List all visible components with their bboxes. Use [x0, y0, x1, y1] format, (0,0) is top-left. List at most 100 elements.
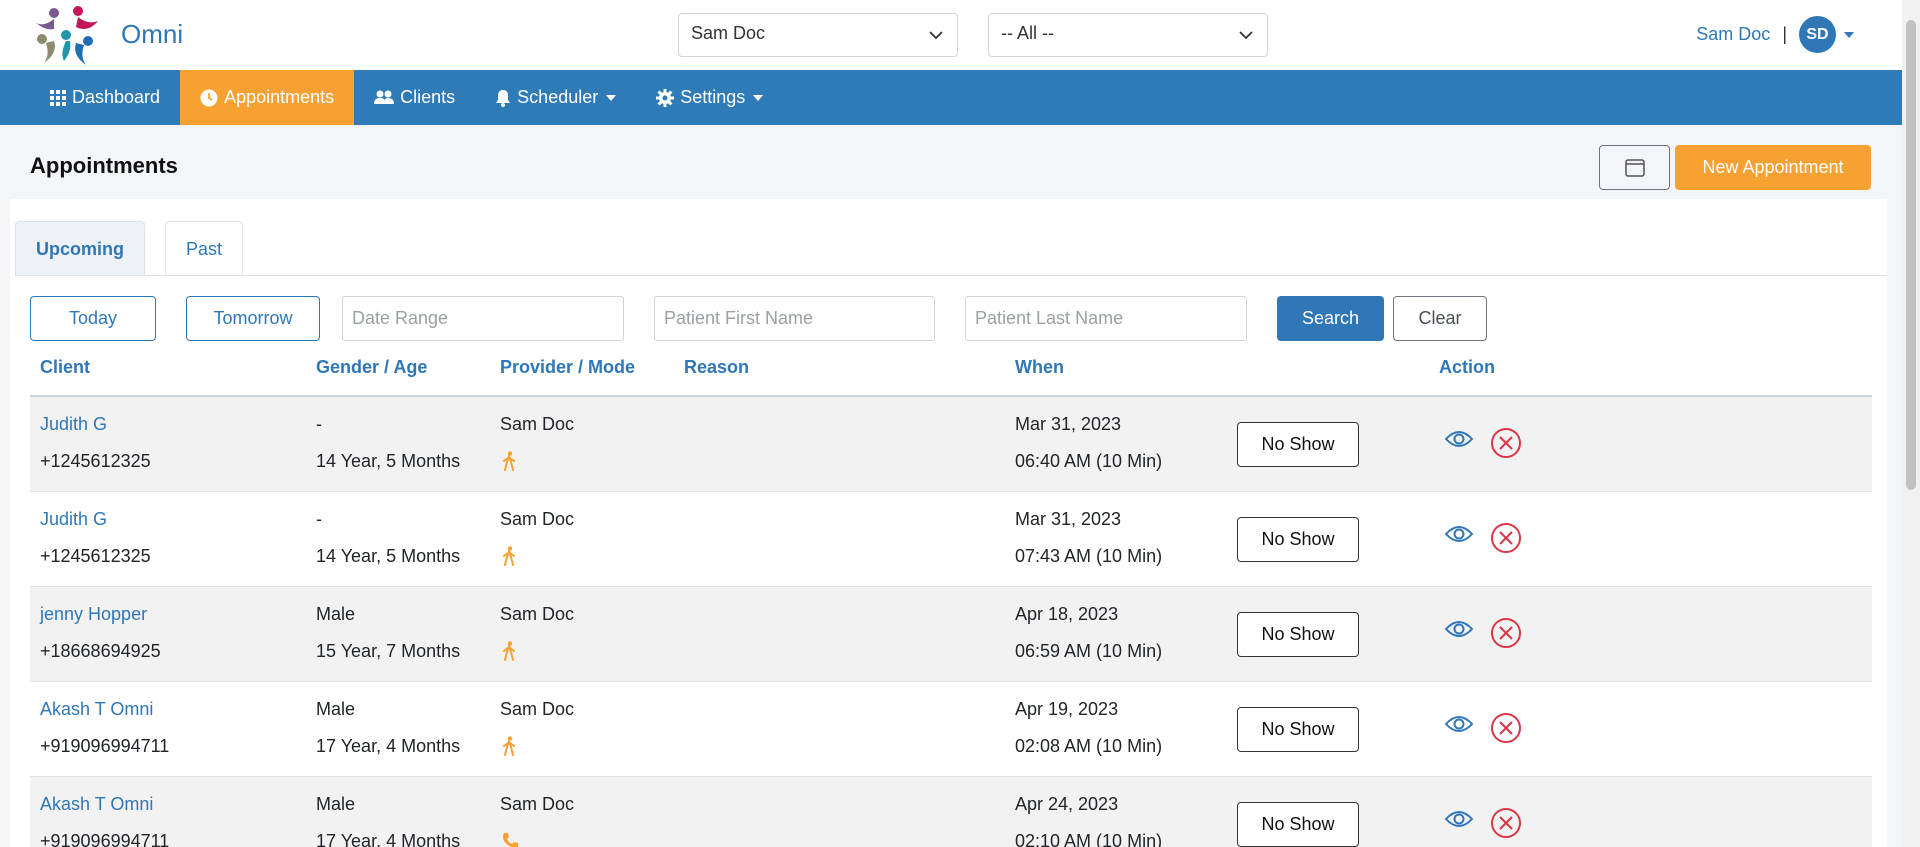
date-range-input[interactable] — [342, 296, 624, 341]
gear-icon — [656, 88, 675, 107]
nav-settings[interactable]: Settings — [636, 70, 783, 125]
client-age: 14 Year, 5 Months — [316, 451, 461, 471]
column-header-when[interactable]: When — [1015, 357, 1064, 378]
user-name[interactable]: Sam Doc — [1696, 24, 1770, 45]
caret-down-icon — [606, 94, 617, 101]
scrollbar-thumb[interactable] — [1906, 20, 1916, 490]
appointment-time: 02:10 AM (10 Min) — [1015, 831, 1163, 847]
client-age: 15 Year, 7 Months — [316, 641, 461, 661]
client-name-link[interactable]: Judith G — [40, 509, 107, 530]
clear-button[interactable]: Clear — [1393, 296, 1487, 341]
patient-last-name-input[interactable] — [965, 296, 1247, 341]
walk-in-icon — [503, 546, 515, 566]
walk-in-icon — [503, 641, 515, 661]
tab-upcoming[interactable]: Upcoming — [15, 221, 145, 276]
client-name-link[interactable]: jenny Hopper — [40, 604, 147, 625]
phone-icon — [503, 833, 518, 847]
tab-divider — [15, 275, 1887, 276]
client-gender: - — [316, 509, 322, 529]
nav-appointments[interactable]: Appointments — [180, 70, 355, 125]
view-eye-icon[interactable] — [1444, 809, 1474, 829]
tab-past[interactable]: Past — [165, 221, 244, 276]
view-eye-icon[interactable] — [1444, 619, 1474, 639]
appointments-table-body: Judith G +1245612325 - 14 Year, 5 Months… — [30, 397, 1872, 847]
nav-scheduler[interactable]: Scheduler — [475, 70, 636, 125]
no-show-button[interactable]: No Show — [1237, 422, 1359, 467]
client-gender: - — [316, 414, 322, 434]
column-header-reason[interactable]: Reason — [684, 357, 749, 378]
provider-name: Sam Doc — [500, 699, 575, 719]
no-show-button[interactable]: No Show — [1237, 517, 1359, 562]
patient-first-name-input[interactable] — [654, 296, 935, 341]
nav-scheduler-label: Scheduler — [517, 87, 599, 107]
brand-name[interactable]: Omni — [121, 19, 183, 50]
client-age: 14 Year, 5 Months — [316, 546, 461, 566]
user-dropdown-caret-icon[interactable] — [1844, 31, 1854, 38]
nav-dashboard-label: Dashboard — [72, 87, 161, 107]
client-phone: +919096994711 — [40, 736, 170, 756]
no-show-button[interactable]: No Show — [1237, 707, 1359, 752]
nav-clients[interactable]: Clients — [354, 70, 475, 125]
cancel-appointment-icon[interactable] — [1490, 427, 1522, 459]
appointment-date: Apr 24, 2023 — [1015, 794, 1119, 814]
nav-appointments-label: Appointments — [224, 87, 335, 107]
column-header-gender-age[interactable]: Gender / Age — [316, 357, 427, 378]
location-filter-select[interactable]: -- All -- — [988, 13, 1268, 57]
grid-icon — [50, 89, 66, 106]
client-name-link[interactable]: Akash T Omni — [40, 794, 153, 815]
view-eye-icon[interactable] — [1444, 524, 1474, 544]
provider-name: Sam Doc — [500, 794, 575, 814]
client-phone: +18668694925 — [40, 641, 161, 661]
chevron-down-icon — [929, 31, 943, 40]
cancel-appointment-icon[interactable] — [1490, 617, 1522, 649]
provider-name: Sam Doc — [500, 414, 575, 434]
new-appointment-button[interactable]: New Appointment — [1675, 145, 1871, 190]
cancel-appointment-icon[interactable] — [1490, 807, 1522, 839]
cancel-appointment-icon[interactable] — [1490, 522, 1522, 554]
client-gender: Male — [316, 794, 356, 814]
column-header-provider-mode[interactable]: Provider / Mode — [500, 357, 635, 378]
tomorrow-button[interactable]: Tomorrow — [186, 296, 320, 341]
no-show-button[interactable]: No Show — [1237, 802, 1359, 847]
search-button[interactable]: Search — [1277, 296, 1384, 341]
walk-in-icon — [503, 736, 515, 756]
avatar[interactable]: SD — [1799, 16, 1836, 53]
clock-icon — [200, 89, 218, 106]
appointment-date: Mar 31, 2023 — [1015, 509, 1122, 529]
client-phone: +1245612325 — [40, 546, 151, 566]
user-menu[interactable]: Sam Doc | SD — [1696, 16, 1854, 53]
omni-logo — [36, 6, 98, 65]
chevron-down-icon — [1239, 31, 1253, 40]
column-header-action: Action — [1439, 357, 1495, 377]
today-button[interactable]: Today — [30, 296, 156, 341]
appointment-date: Apr 19, 2023 — [1015, 699, 1119, 719]
table-row: Akash T Omni +919096994711 Male 17 Year,… — [30, 682, 1872, 777]
bell-icon — [496, 89, 511, 107]
table-row: Akash T Omni +919096994711 Male 17 Year,… — [30, 777, 1872, 847]
client-name-link[interactable]: Judith G — [40, 414, 107, 435]
filter-select-value: -- All -- — [1001, 23, 1054, 43]
provider-select[interactable]: Sam Doc — [678, 13, 958, 57]
client-phone: +1245612325 — [40, 451, 151, 471]
client-name-link[interactable]: Akash T Omni — [40, 699, 153, 720]
client-age: 17 Year, 4 Months — [316, 831, 461, 847]
view-eye-icon[interactable] — [1444, 429, 1474, 449]
walk-in-icon — [503, 451, 515, 471]
calendar-view-button[interactable] — [1599, 145, 1670, 190]
view-eye-icon[interactable] — [1444, 714, 1474, 734]
page-scrollbar[interactable] — [1902, 0, 1920, 847]
no-show-button[interactable]: No Show — [1237, 612, 1359, 657]
top-header: Omni Sam Doc -- All -- Sam Doc | SD — [0, 0, 1902, 70]
calendar-icon — [1624, 158, 1645, 177]
users-icon — [374, 90, 395, 104]
column-header-client[interactable]: Client — [40, 357, 90, 378]
client-age: 17 Year, 4 Months — [316, 736, 461, 756]
page-title: Appointments — [30, 153, 178, 178]
appointment-date: Mar 31, 2023 — [1015, 414, 1122, 434]
appointment-time: 06:40 AM (10 Min) — [1015, 451, 1163, 471]
nav-dashboard[interactable]: Dashboard — [0, 70, 180, 125]
cancel-appointment-icon[interactable] — [1490, 712, 1522, 744]
client-gender: Male — [316, 699, 356, 719]
appointment-tabs: Upcoming Past — [15, 221, 263, 276]
provider-select-value: Sam Doc — [691, 23, 766, 43]
